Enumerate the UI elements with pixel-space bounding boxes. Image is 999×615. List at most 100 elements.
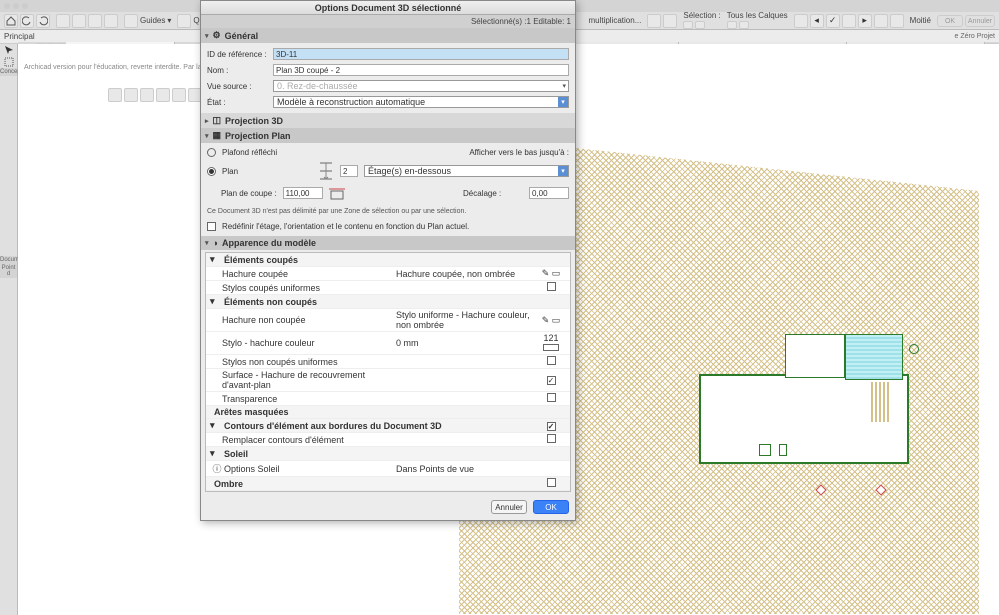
- elevation-tool-icon[interactable]: [1, 434, 17, 446]
- morph-tool-icon[interactable]: [1, 208, 17, 220]
- checkbox[interactable]: [547, 422, 556, 431]
- minimize-dot[interactable]: [13, 3, 19, 9]
- beam-tool-icon[interactable]: [1, 124, 17, 136]
- dim-tool-icon[interactable]: [1, 278, 17, 290]
- mini-4-icon[interactable]: [156, 88, 170, 102]
- measure-icon[interactable]: [647, 14, 661, 28]
- nom-input[interactable]: [273, 64, 569, 76]
- mesh-tool-icon[interactable]: [1, 244, 17, 256]
- ok-button[interactable]: OK: [533, 500, 569, 514]
- section-tool-icon[interactable]: [1, 422, 17, 434]
- sel-mode-2[interactable]: [695, 21, 705, 29]
- hotspot-tool-icon[interactable]: [1, 386, 17, 398]
- object-tool-icon[interactable]: [1, 220, 17, 232]
- level-tool-icon[interactable]: [1, 290, 17, 302]
- check-icon[interactable]: ✓: [826, 14, 840, 28]
- tree-row-stylos-non[interactable]: Stylos non coupés uniformes: [206, 355, 570, 369]
- checkbox[interactable]: [547, 282, 556, 291]
- tree-row-contours[interactable]: ▾Contours d'élément aux bordures du Docu…: [206, 419, 570, 433]
- tree-row-ombre[interactable]: Ombre: [206, 477, 570, 491]
- roof-tool-icon[interactable]: [1, 160, 17, 172]
- marker-pen-icon[interactable]: [88, 14, 102, 28]
- section-projection-plan[interactable]: ▾▦Projection Plan: [201, 128, 575, 143]
- tree-row-remplacer[interactable]: Remplacer contours d'élément: [206, 433, 570, 447]
- camera-tool-icon[interactable]: [1, 506, 17, 518]
- zone-tool-icon[interactable]: [1, 232, 17, 244]
- grid-tool-icon[interactable]: [1, 494, 17, 506]
- tree-row-transparence[interactable]: Transparence: [206, 392, 570, 406]
- section-general[interactable]: ▾⚙Général: [201, 28, 575, 43]
- checkbox[interactable]: [547, 393, 556, 402]
- skylight-tool-icon[interactable]: [1, 184, 17, 196]
- plan-coupe-input[interactable]: [283, 187, 323, 199]
- change-tool-icon[interactable]: [1, 482, 17, 494]
- curtain-tool-icon[interactable]: [1, 196, 17, 208]
- line-tool-icon[interactable]: [1, 338, 17, 350]
- interior-tool-icon[interactable]: [1, 446, 17, 458]
- detail-tool-icon[interactable]: [1, 470, 17, 482]
- polyline-tool-icon[interactable]: [1, 362, 17, 374]
- tree-group-non-coupes[interactable]: ▾Éléments non coupés: [206, 295, 570, 309]
- section-apparence[interactable]: ▾◑Apparence du modèle: [201, 236, 575, 250]
- zero-projet-label[interactable]: e Zéro Projet: [955, 33, 995, 40]
- label-tool-icon[interactable]: [1, 314, 17, 326]
- pen-swatch[interactable]: [543, 344, 559, 351]
- slab-tool-icon[interactable]: [1, 136, 17, 148]
- tree-row-hachure-non[interactable]: Hachure non coupéeStylo uniforme - Hachu…: [206, 309, 570, 332]
- tool-icon-1[interactable]: [56, 14, 70, 28]
- shell-tool-icon[interactable]: [1, 172, 17, 184]
- close-dot[interactable]: [4, 3, 10, 9]
- tree-row-options-soleil[interactable]: ⓘOptions SoleilDans Points de vue: [206, 461, 570, 477]
- column-tool-icon[interactable]: [1, 112, 17, 124]
- checkbox[interactable]: [547, 356, 556, 365]
- etat-select[interactable]: Modèle à reconstruction automatique: [273, 96, 569, 108]
- undo-icon[interactable]: [20, 14, 34, 28]
- mini-5-icon[interactable]: [172, 88, 186, 102]
- options-icon[interactable]: ▭: [552, 315, 561, 325]
- worksheet-tool-icon[interactable]: [1, 458, 17, 470]
- cancel-button[interactable]: Annuler: [491, 500, 527, 514]
- tree-row-stylos-coupes[interactable]: Stylos coupés uniformes: [206, 281, 570, 295]
- calques-label[interactable]: Tous les Calques: [727, 12, 788, 19]
- stair-tool-icon[interactable]: [1, 148, 17, 160]
- wand-icon[interactable]: [104, 14, 118, 28]
- figure-tool-icon[interactable]: [1, 398, 17, 410]
- section-projection-3d[interactable]: ▸◫Projection 3D: [201, 113, 575, 128]
- tree-row-aretes[interactable]: Arêtes masquées: [206, 406, 570, 419]
- tree-row-hachure-coupee[interactable]: Hachure coupéeHachure coupée, non ombrée…: [206, 267, 570, 281]
- id-ref-input[interactable]: [273, 48, 569, 60]
- tool-icon-2[interactable]: [72, 14, 86, 28]
- etage-count-input[interactable]: [340, 165, 358, 177]
- pen-icon[interactable]: ✎: [542, 268, 550, 278]
- text-tool-icon[interactable]: [1, 302, 17, 314]
- mini-2-icon[interactable]: [124, 88, 138, 102]
- vue-source-select[interactable]: 0. Rez-de-chaussée: [273, 80, 569, 92]
- elevate-icon[interactable]: [663, 14, 677, 28]
- stop-icon[interactable]: [842, 14, 856, 28]
- mult-label[interactable]: multiplication...: [588, 16, 641, 25]
- tree-row-stylo-hachure[interactable]: Stylo - hachure couleur0 mm121: [206, 332, 570, 355]
- checkbox[interactable]: [547, 376, 556, 385]
- arc-tool-icon[interactable]: [1, 350, 17, 362]
- fill-tool-icon[interactable]: [1, 326, 17, 338]
- checkbox[interactable]: [547, 478, 556, 487]
- grid-icon[interactable]: [177, 14, 191, 28]
- etage-select[interactable]: Étage(s) en-dessous: [364, 165, 569, 177]
- home-icon[interactable]: [4, 14, 18, 28]
- options-icon[interactable]: ▭: [552, 268, 561, 278]
- pen-icon[interactable]: [890, 14, 904, 28]
- traffic-lights[interactable]: [4, 3, 28, 9]
- marquee-tool-icon[interactable]: [1, 56, 17, 68]
- pen-icon[interactable]: ✎: [542, 315, 550, 325]
- redo-icon[interactable]: [36, 14, 50, 28]
- layer-mode-1[interactable]: [727, 21, 737, 29]
- tree-row-soleil[interactable]: ▾Soleil: [206, 447, 570, 461]
- layer-mode-2[interactable]: [739, 21, 749, 29]
- mini-1-icon[interactable]: [108, 88, 122, 102]
- spline-tool-icon[interactable]: [1, 374, 17, 386]
- palette-icon[interactable]: [794, 14, 808, 28]
- tree-row-surface[interactable]: Surface - Hachure de recouvrement d'avan…: [206, 369, 570, 392]
- sel-mode-1[interactable]: [683, 21, 693, 29]
- door-tool-icon[interactable]: [1, 88, 17, 100]
- checkbox[interactable]: [547, 434, 556, 443]
